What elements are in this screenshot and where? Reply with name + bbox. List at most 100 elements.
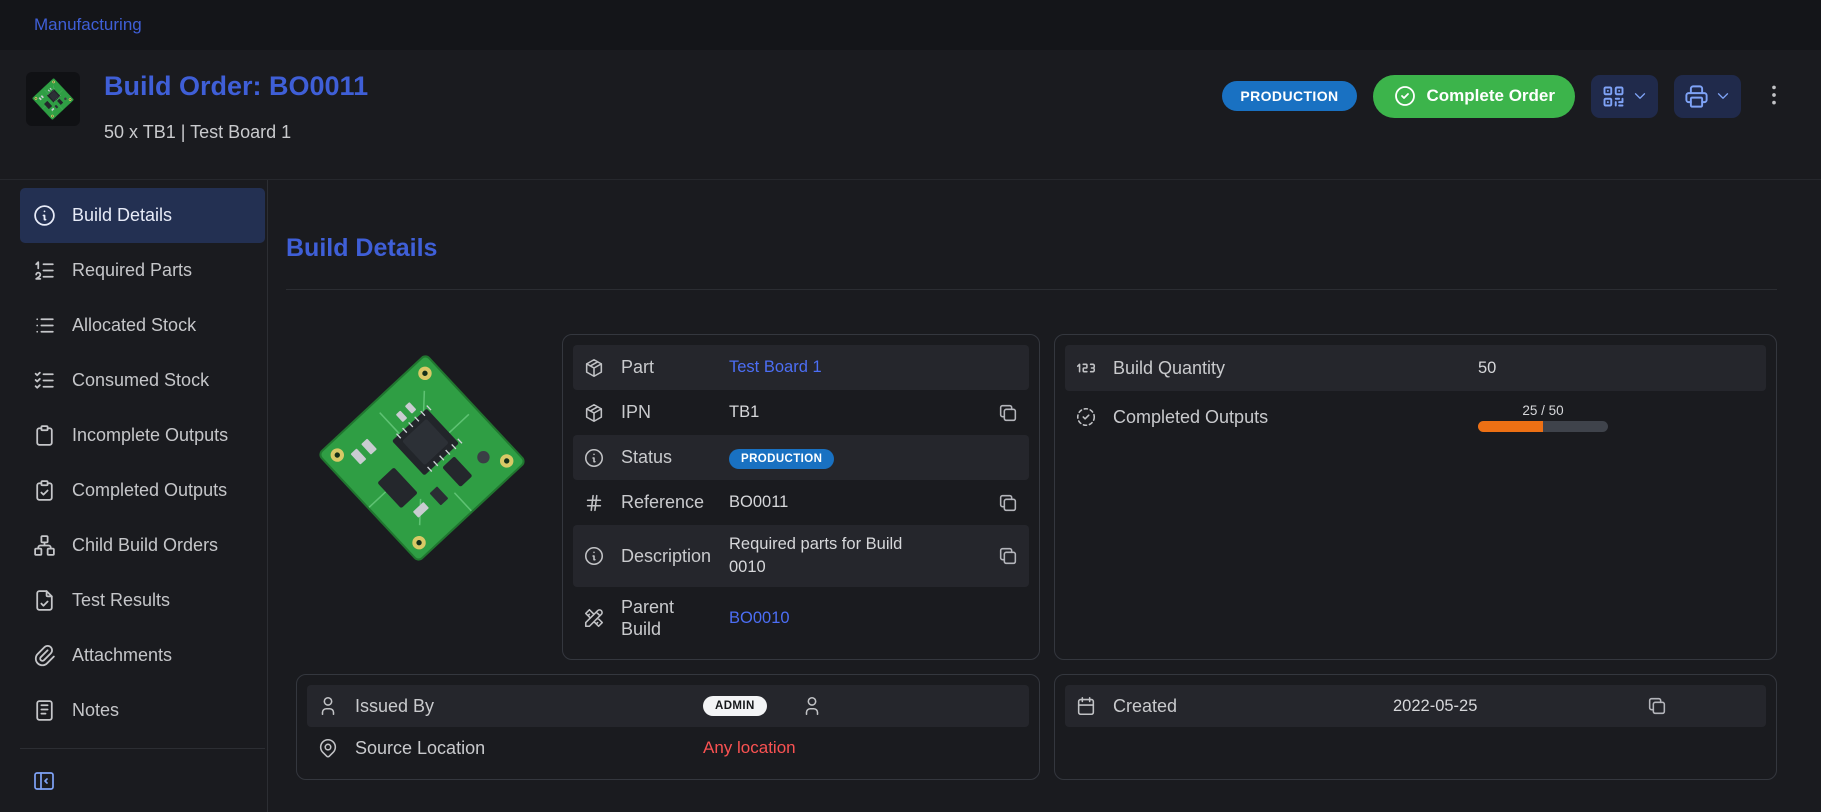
file-check-icon [32,588,57,613]
chevron-down-icon [1714,87,1732,105]
page-subtitle: 50 x TB1 | Test Board 1 [104,122,368,143]
paperclip-icon [32,643,57,668]
list-check-icon [32,368,57,393]
detail-row-source-location: Source Location Any location [307,727,1029,769]
detail-row-created: Created 2022-05-25 [1065,685,1766,727]
detail-label-reference: Reference [621,491,729,514]
detail-label-part: Part [621,356,729,379]
sidebar-item-attachments[interactable]: Attachments [20,628,265,683]
sidebar-item-consumed-stock[interactable]: Consumed Stock [20,353,265,408]
page-header: Build Order: BO0011 50 x TB1 | Test Boar… [0,50,1821,180]
sidebar-divider [20,748,265,749]
sidebar-item-label: Test Results [72,590,170,611]
build-quantity-table: Build Quantity 50 Completed Outputs 25 /… [1054,334,1777,660]
created-value: 2022-05-25 [1393,697,1477,716]
content-area: Build Details Required Parts Allocated S… [0,180,1821,812]
parent-build-link[interactable]: BO0010 [729,609,1019,628]
more-actions-button[interactable] [1761,82,1787,111]
detail-label-status: Status [621,446,729,469]
detail-row-part: Part Test Board 1 [573,345,1029,390]
main-panel: Build Details Part Test Board 1 IPN [268,180,1821,812]
status-badge: PRODUCTION [729,449,834,469]
source-location-label: Source Location [355,738,703,759]
sidebar-item-label: Allocated Stock [72,315,196,336]
detail-row-completed-outputs: Completed Outputs 25 / 50 [1065,391,1766,443]
description-value: Required parts for Build 0010 [729,533,905,579]
info-circle-icon [583,447,605,469]
notes-icon [32,698,57,723]
sidebar-item-required-parts[interactable]: Required Parts [20,243,265,298]
header-title-group: Build Order: BO0011 50 x TB1 | Test Boar… [26,72,368,179]
pcb-thumbnail-image [28,74,78,124]
collapse-sidebar-button[interactable] [20,759,265,803]
clipboard-check-icon [32,478,57,503]
collapse-sidebar-icon [32,769,56,793]
page-title: Build Order: BO0011 [104,72,368,100]
progress-bar-fill [1478,421,1543,432]
chevron-down-icon [1631,87,1649,105]
sidebar-item-incomplete-outputs[interactable]: Incomplete Outputs [20,408,265,463]
part-link[interactable]: Test Board 1 [729,358,1019,377]
map-pin-icon [317,737,339,759]
sitemap-icon [32,533,57,558]
sidebar-item-label: Completed Outputs [72,480,227,501]
issued-by-badge: ADMIN [703,696,767,716]
sidebar-item-label: Incomplete Outputs [72,425,228,446]
part-image[interactable] [296,334,548,660]
clipboard-icon [32,423,57,448]
copy-icon[interactable] [997,492,1019,514]
issued-by-label: Issued By [355,696,703,717]
sidebar: Build Details Required Parts Allocated S… [0,180,268,812]
build-details-table: Part Test Board 1 IPN TB1 Status PRODUCT… [562,334,1040,660]
sidebar-item-label: Build Details [72,205,172,226]
pcb-image [298,334,546,582]
barcode-actions-button[interactable] [1591,75,1658,118]
list-icon [32,313,57,338]
breadcrumb-manufacturing[interactable]: Manufacturing [34,15,142,35]
circle-check-icon [1393,84,1417,108]
user-icon [801,695,823,717]
package-icon [583,402,605,424]
print-actions-button[interactable] [1674,75,1741,118]
detail-row-issued-by: Issued By ADMIN [307,685,1029,727]
detail-label-ipn: IPN [621,401,729,424]
completed-outputs-label: Completed Outputs [1113,407,1478,428]
detail-row-reference: Reference BO0011 [573,480,1029,525]
package-icon [583,357,605,379]
created-label: Created [1113,696,1393,717]
qrcode-icon [1600,83,1627,110]
header-actions: PRODUCTION Complete Order [1222,74,1787,118]
build-quantity-label: Build Quantity [1113,358,1478,379]
copy-icon[interactable] [997,402,1019,424]
complete-order-label: Complete Order [1427,86,1555,106]
source-location-value: Any location [703,738,796,758]
sidebar-item-label: Attachments [72,645,172,666]
progress-bar [1478,421,1608,432]
sidebar-item-label: Child Build Orders [72,535,218,556]
sidebar-item-child-build-orders[interactable]: Child Build Orders [20,518,265,573]
issue-table: Issued By ADMIN Source Location Any loca… [296,674,1040,780]
build-details-panels: Part Test Board 1 IPN TB1 Status PRODUCT… [296,334,1777,780]
user-icon [317,695,339,717]
sidebar-item-allocated-stock[interactable]: Allocated Stock [20,298,265,353]
completed-outputs-progress: 25 / 50 [1478,403,1608,432]
calendar-icon [1075,695,1097,717]
sidebar-item-test-results[interactable]: Test Results [20,573,265,628]
build-quantity-value: 50 [1478,359,1496,378]
complete-order-button[interactable]: Complete Order [1373,75,1575,118]
numbers-123-icon [1075,357,1097,379]
copy-icon[interactable] [1646,695,1668,717]
sidebar-item-notes[interactable]: Notes [20,683,265,738]
list-numbers-icon [32,258,57,283]
detail-row-parent-build: Parent Build BO0010 [573,587,1029,649]
status-badge: PRODUCTION [1222,81,1356,111]
created-table: Created 2022-05-25 [1054,674,1777,780]
heading-divider [286,289,1777,290]
progress-check-icon [1075,406,1097,428]
part-thumbnail[interactable] [26,72,80,126]
sidebar-item-build-details[interactable]: Build Details [20,188,265,243]
copy-icon[interactable] [997,545,1019,567]
sidebar-item-completed-outputs[interactable]: Completed Outputs [20,463,265,518]
detail-label-description: Description [621,545,729,568]
progress-text: 25 / 50 [1522,403,1563,418]
